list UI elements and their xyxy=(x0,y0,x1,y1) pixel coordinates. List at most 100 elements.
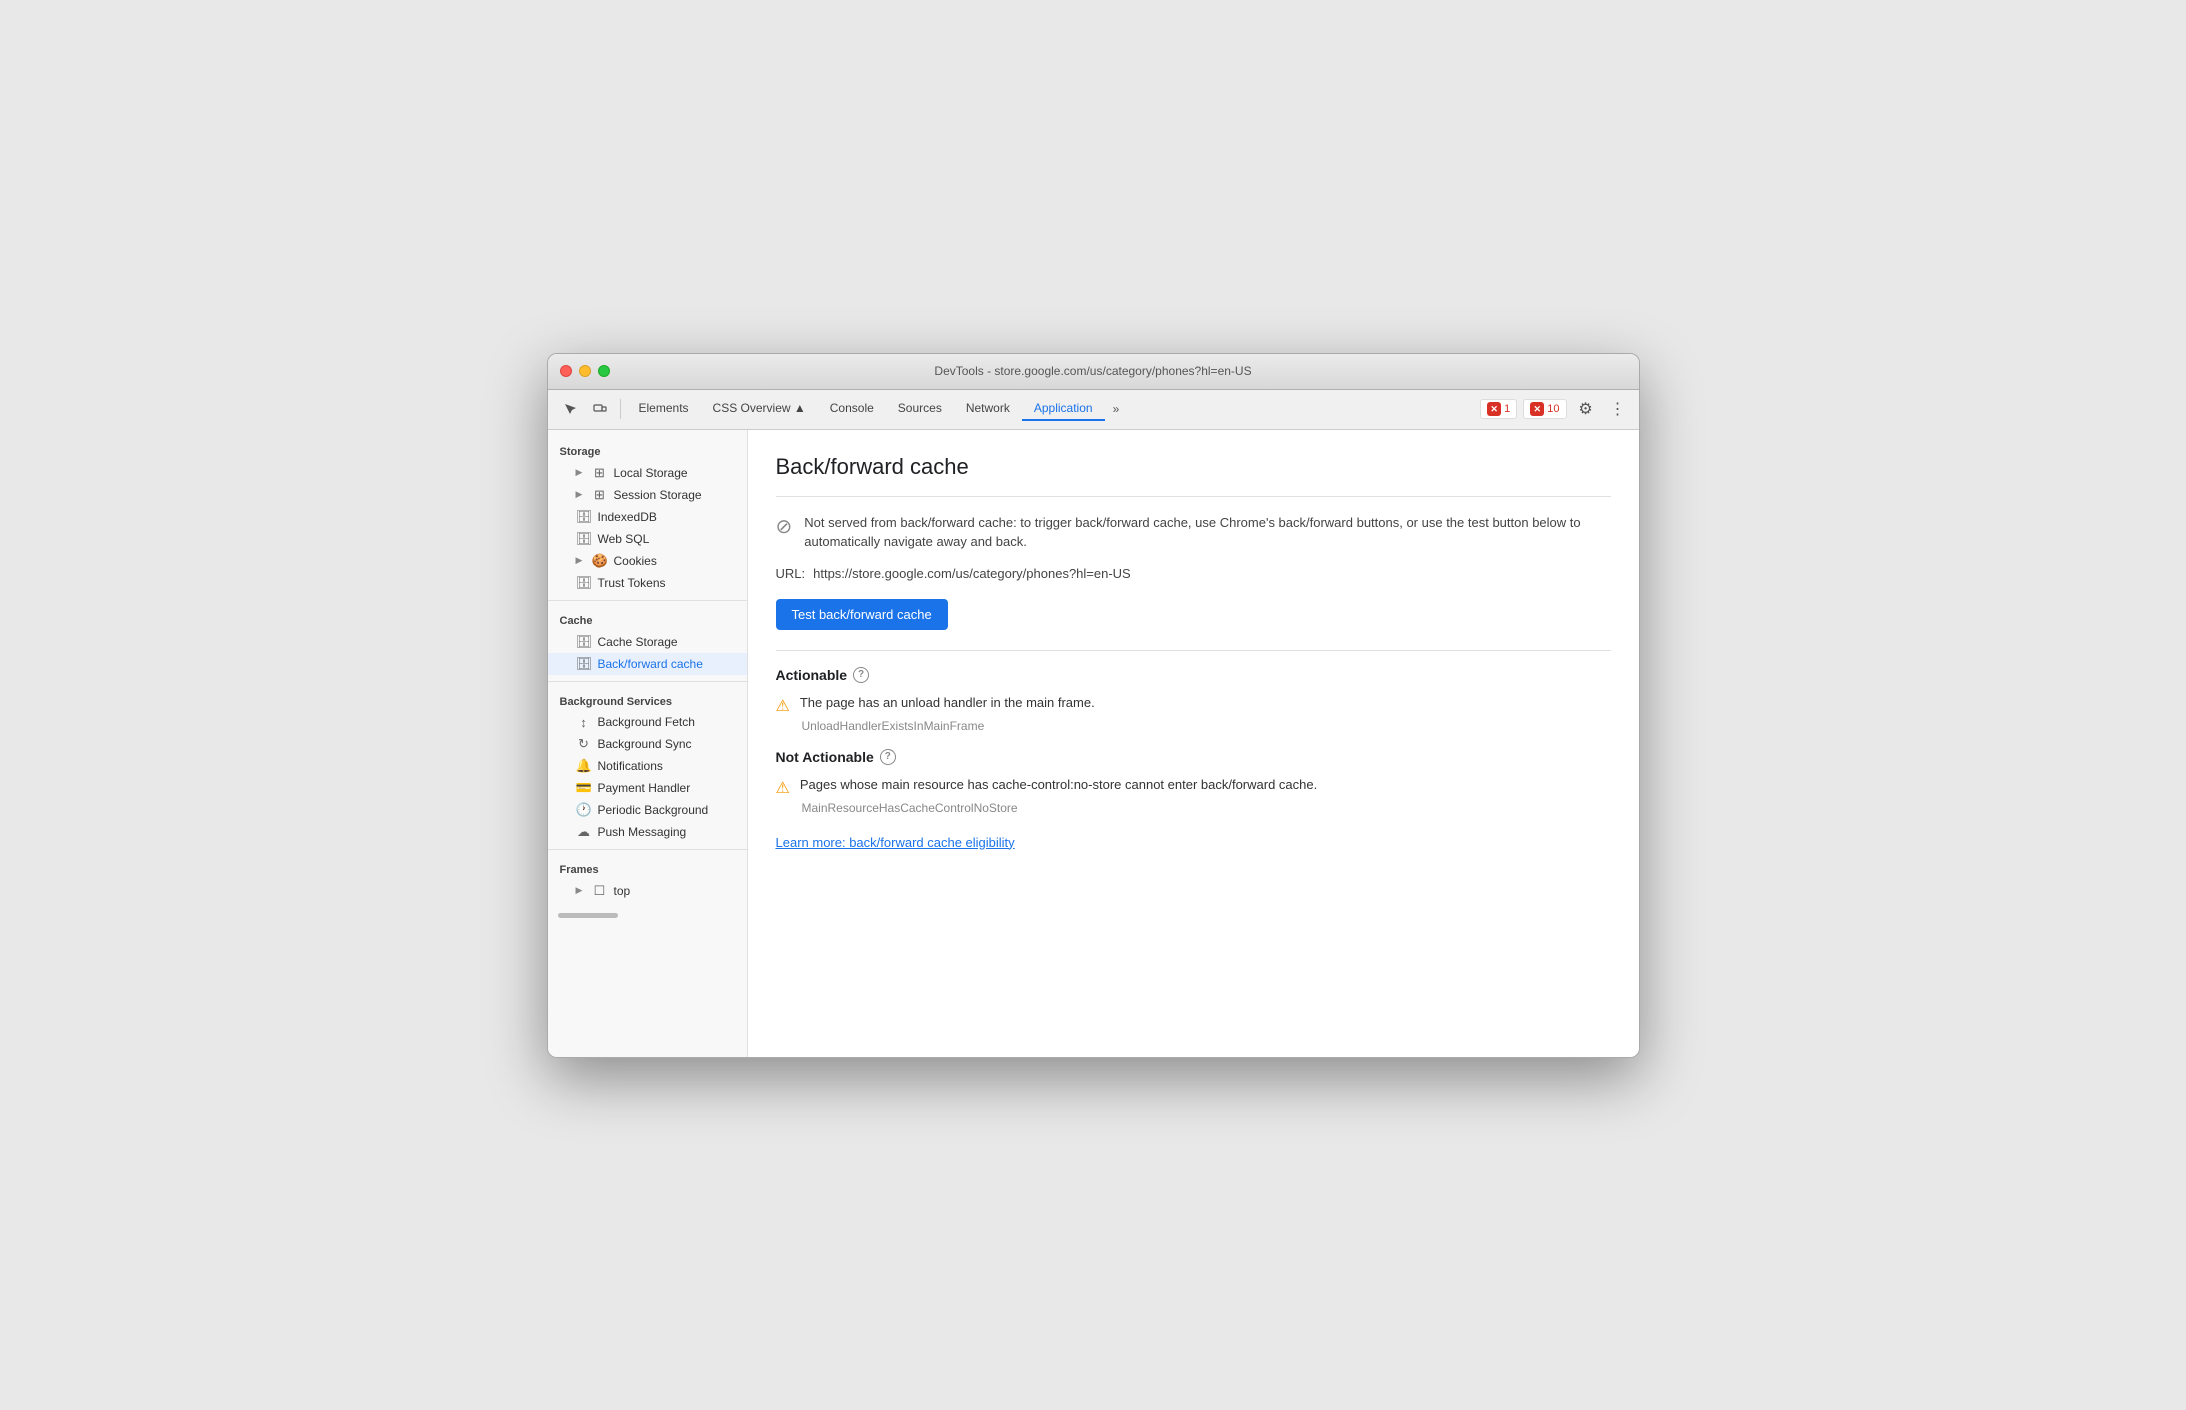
tab-sources[interactable]: Sources xyxy=(886,397,954,421)
window-title: DevTools - store.google.com/us/category/… xyxy=(934,364,1251,378)
actionable-warning-item: ⚠ The page has an unload handler in the … xyxy=(776,695,1611,733)
not-actionable-warning-row: ⚠ Pages whose main resource has cache-co… xyxy=(776,777,1611,798)
not-actionable-warning-item: ⚠ Pages whose main resource has cache-co… xyxy=(776,777,1611,815)
cache-section-label: Cache xyxy=(548,607,747,631)
learn-more-link[interactable]: Learn more: back/forward cache eligibili… xyxy=(776,835,1015,850)
page-title: Back/forward cache xyxy=(776,454,1611,480)
sidebar-item-label: Web SQL xyxy=(598,532,650,546)
sidebar-item-background-sync[interactable]: ↻ Background Sync xyxy=(548,733,747,755)
url-label: URL: xyxy=(776,566,806,581)
not-actionable-warning-code: MainResourceHasCacheControlNoStore xyxy=(802,801,1018,815)
actionable-warning-text: The page has an unload handler in the ma… xyxy=(800,695,1095,710)
toolbar: Elements CSS Overview ▲ Console Sources … xyxy=(548,390,1639,430)
toolbar-separator xyxy=(620,399,621,419)
push-messaging-icon: ☁ xyxy=(576,824,592,840)
sidebar-item-label: Back/forward cache xyxy=(598,657,703,671)
settings-button[interactable]: ⚙ xyxy=(1573,396,1599,422)
test-cache-button[interactable]: Test back/forward cache xyxy=(776,599,948,630)
maximize-button[interactable] xyxy=(598,365,610,377)
sidebar-item-label: IndexedDB xyxy=(598,510,657,524)
minimize-button[interactable] xyxy=(579,365,591,377)
scrollbar-thumb xyxy=(558,913,618,918)
sidebar-item-payment-handler[interactable]: 💳 Payment Handler xyxy=(548,777,747,799)
more-tabs-button[interactable]: » xyxy=(1105,398,1128,420)
sidebar-item-label: Cookies xyxy=(614,554,657,568)
sidebar-item-label: Push Messaging xyxy=(598,825,687,839)
periodic-background-icon: 🕐 xyxy=(576,802,592,818)
more-options-button[interactable]: ⋮ xyxy=(1605,396,1631,422)
content-area: Back/forward cache ⊘ Not served from bac… xyxy=(748,430,1639,1057)
sidebar-item-push-messaging[interactable]: ☁ Push Messaging xyxy=(548,821,747,843)
device-toggle-button[interactable] xyxy=(586,395,614,423)
not-served-icon: ⊘ xyxy=(776,514,793,539)
sidebar-item-label: Periodic Background xyxy=(598,803,709,817)
not-actionable-heading: Not Actionable ? xyxy=(776,749,1611,765)
toolbar-right: ✕ 1 ✕ 10 ⚙ ⋮ xyxy=(1480,396,1630,422)
warning-icon: ✕ xyxy=(1530,402,1544,416)
sidebar-item-notifications[interactable]: 🔔 Notifications xyxy=(548,755,747,777)
sidebar-item-back-forward-cache[interactable]: 🗄 Back/forward cache xyxy=(548,653,747,675)
frames-section-label: Frames xyxy=(548,856,747,880)
tab-css-overview[interactable]: CSS Overview ▲ xyxy=(701,397,818,421)
sidebar-item-label: Trust Tokens xyxy=(598,576,666,590)
sidebar-divider-1 xyxy=(548,600,747,601)
websql-icon: 🗄 xyxy=(576,531,592,547)
error-icon: ✕ xyxy=(1487,402,1501,416)
content-divider-1 xyxy=(776,496,1611,497)
close-button[interactable] xyxy=(560,365,572,377)
title-bar: DevTools - store.google.com/us/category/… xyxy=(548,354,1639,390)
sidebar-item-cookies[interactable]: ▶ 🍪 Cookies xyxy=(548,550,747,572)
warning-circle-icon-2: ⚠ xyxy=(776,778,790,798)
sidebar-item-periodic-background[interactable]: 🕐 Periodic Background xyxy=(548,799,747,821)
sidebar-item-label: Session Storage xyxy=(614,488,702,502)
tab-network[interactable]: Network xyxy=(954,397,1022,421)
sidebar-item-cache-storage[interactable]: 🗄 Cache Storage xyxy=(548,631,747,653)
not-actionable-code-container: MainResourceHasCacheControlNoStore xyxy=(776,800,1611,815)
actionable-heading: Actionable ? xyxy=(776,667,1611,683)
local-storage-icon: ⊞ xyxy=(592,465,608,481)
actionable-warning-code: UnloadHandlerExistsInMainFrame xyxy=(802,719,985,733)
tab-elements[interactable]: Elements xyxy=(627,397,701,421)
sidebar-item-label: Notifications xyxy=(598,759,663,773)
actionable-label: Actionable xyxy=(776,667,848,683)
trust-tokens-icon: 🗄 xyxy=(576,575,592,591)
actionable-help-icon[interactable]: ? xyxy=(853,667,869,683)
payment-handler-icon: 💳 xyxy=(576,780,592,796)
arrow-icon: ▶ xyxy=(576,489,586,500)
indexeddb-icon: 🗄 xyxy=(576,509,592,525)
sidebar-item-websql[interactable]: 🗄 Web SQL xyxy=(548,528,747,550)
sidebar-item-label: Background Fetch xyxy=(598,715,695,729)
cookies-icon: 🍪 xyxy=(592,553,608,569)
error-badge[interactable]: ✕ 1 xyxy=(1480,399,1517,419)
url-row: URL: https://store.google.com/us/categor… xyxy=(776,566,1611,581)
arrow-icon: ▶ xyxy=(576,885,586,896)
sidebar-item-label: Local Storage xyxy=(614,466,688,480)
sidebar-item-label: Background Sync xyxy=(598,737,692,751)
url-value: https://store.google.com/us/category/pho… xyxy=(813,566,1131,581)
notifications-icon: 🔔 xyxy=(576,758,592,774)
sidebar-scrollbar[interactable] xyxy=(548,910,747,918)
sidebar-item-local-storage[interactable]: ▶ ⊞ Local Storage xyxy=(548,462,747,484)
background-services-section-label: Background Services xyxy=(548,688,747,712)
sidebar-item-top[interactable]: ▶ ☐ top xyxy=(548,880,747,902)
cursor-tool-button[interactable] xyxy=(556,395,584,423)
info-box: ⊘ Not served from back/forward cache: to… xyxy=(776,513,1611,552)
not-actionable-help-icon[interactable]: ? xyxy=(880,749,896,765)
warning-badge[interactable]: ✕ 10 xyxy=(1523,399,1566,419)
sidebar-item-trust-tokens[interactable]: 🗄 Trust Tokens xyxy=(548,572,747,594)
tab-console[interactable]: Console xyxy=(818,397,886,421)
sidebar-item-indexeddb[interactable]: 🗄 IndexedDB xyxy=(548,506,747,528)
sidebar-item-label: top xyxy=(614,884,631,898)
arrow-icon: ▶ xyxy=(576,555,586,566)
tab-application[interactable]: Application xyxy=(1022,397,1105,421)
devtools-window: DevTools - store.google.com/us/category/… xyxy=(547,353,1640,1058)
back-forward-cache-icon: 🗄 xyxy=(576,656,592,672)
not-actionable-label: Not Actionable xyxy=(776,749,874,765)
arrow-icon: ▶ xyxy=(576,467,586,478)
sidebar-item-background-fetch[interactable]: ↕ Background Fetch xyxy=(548,712,747,733)
sidebar-item-session-storage[interactable]: ▶ ⊞ Session Storage xyxy=(548,484,747,506)
storage-section-label: Storage xyxy=(548,438,747,462)
sidebar-divider-2 xyxy=(548,681,747,682)
warning-count: 10 xyxy=(1547,403,1559,415)
sidebar-divider-3 xyxy=(548,849,747,850)
